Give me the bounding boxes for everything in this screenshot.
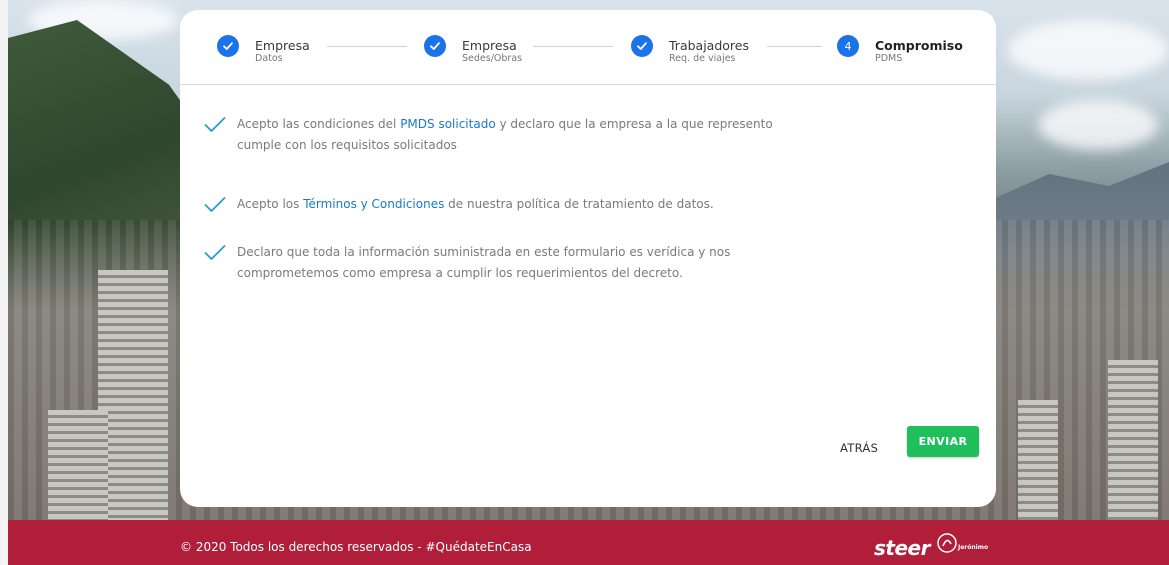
check-icon: [631, 35, 653, 57]
step-title: Empresa: [462, 38, 517, 53]
checkmark-icon[interactable]: [204, 196, 226, 214]
step-connector: [533, 46, 613, 47]
consent-text: Declaro que toda la información suminist…: [237, 245, 731, 280]
steer-logo: steer: [874, 536, 930, 560]
step-subtitle: Req. de viajes: [669, 53, 736, 64]
step-title: Compromiso: [875, 38, 963, 53]
pmds-link[interactable]: PMDS solicitado: [400, 117, 495, 131]
copyright-text: © 2020 Todos los derechos reservados - #…: [180, 540, 532, 554]
footer: © 2020 Todos los derechos reservados - #…: [8, 520, 1169, 565]
partner-logo-icon: [937, 533, 957, 553]
step-subtitle: Datos: [255, 53, 283, 64]
form-card: Empresa Datos Empresa Sedes/Obras Trabaj…: [180, 10, 996, 507]
step-title: Trabajadores: [669, 38, 749, 53]
check-icon: [217, 35, 239, 57]
step-connector: [767, 46, 822, 47]
consent-text: Acepto los Términos y Condiciones de nue…: [237, 197, 714, 211]
stepper: Empresa Datos Empresa Sedes/Obras Trabaj…: [180, 10, 996, 85]
consent-text: Acepto las condiciones del PMDS solicita…: [237, 117, 773, 152]
back-button[interactable]: ATRÁS: [840, 438, 878, 458]
step-subtitle: Sedes/Obras: [462, 53, 523, 64]
step-number-badge: 4: [837, 35, 859, 57]
step-title: Empresa: [255, 38, 310, 53]
send-button[interactable]: ENVIAR: [907, 426, 979, 457]
terms-link[interactable]: Términos y Condiciones: [303, 197, 444, 211]
step-subtitle: PDMS: [875, 53, 903, 64]
checkmark-icon[interactable]: [204, 116, 226, 134]
check-icon: [424, 35, 446, 57]
step-connector: [327, 46, 407, 47]
checkmark-icon[interactable]: [204, 244, 226, 262]
partner-name: Jerónimo: [958, 544, 989, 551]
